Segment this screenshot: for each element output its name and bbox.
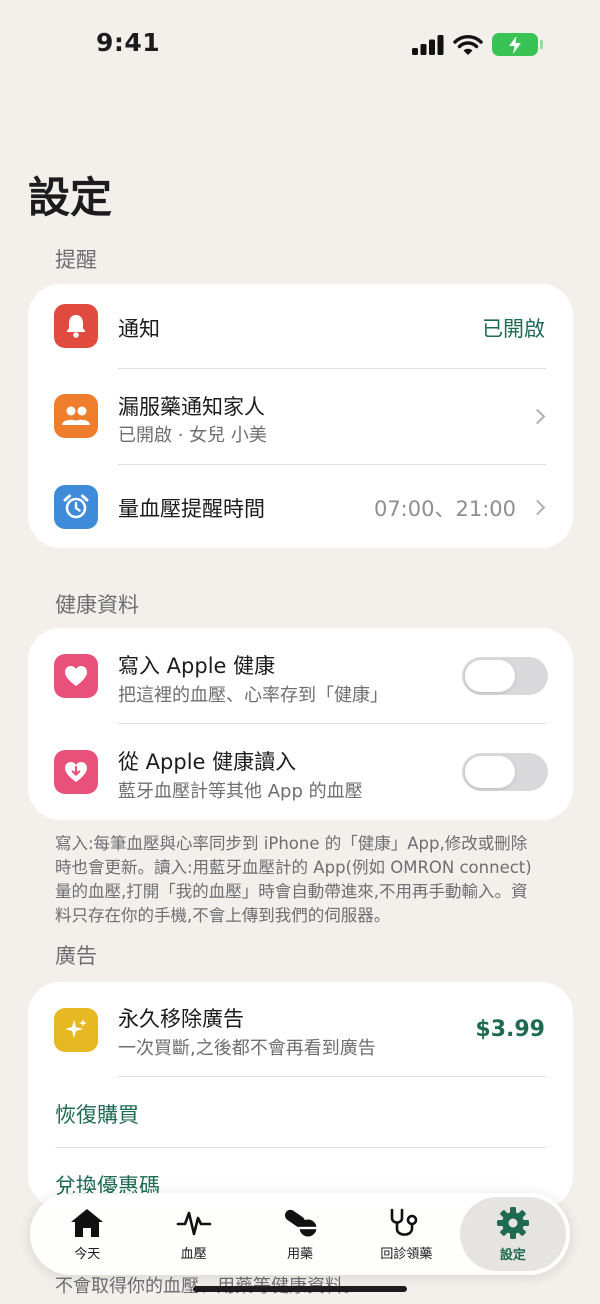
health-card: 寫入 Apple 健康 把這裡的血壓、心率存到「健康」 從 Apple 健康讀入… [28,628,573,820]
notification-label: 通知 [118,317,160,341]
toggle-knob [465,756,515,788]
read-health-row: 從 Apple 健康讀入 藍牙血壓計等其他 App 的血壓 [28,724,573,820]
alarm-clock-icon [54,485,98,529]
ads-card: 永久移除廣告 一次買斷,之後都不會再看到廣告 $3.99 恢復購買 兌換優惠碼 [28,982,573,1208]
section-header-health: 健康資料 [55,593,139,617]
tab-medication[interactable]: 用藥 [247,1197,353,1271]
read-health-subtitle: 藍牙血壓計等其他 App 的血壓 [118,781,363,802]
reminders-card: 通知 已開啟 漏服藥通知家人 已開啟 · 女兒 小美 量血壓提醒時間 07:00… [28,284,573,548]
page-title: 設定 [28,173,113,222]
tab-label: 今天 [74,1246,101,1262]
tab-label: 血壓 [180,1246,207,1262]
section-header-reminders: 提醒 [55,248,97,272]
tab-bar: 今天 血壓 用藥 回診領藥 設定 [30,1193,570,1275]
gear-icon [496,1206,529,1239]
remove-ads-row[interactable]: 永久移除廣告 一次買斷,之後都不會再看到廣告 $3.99 [28,982,573,1076]
family-notify-row[interactable]: 漏服藥通知家人 已開啟 · 女兒 小美 [28,369,573,464]
remove-ads-subtitle: 一次買斷,之後都不會再看到廣告 [118,1038,376,1059]
read-health-toggle[interactable] [462,753,548,791]
remove-ads-label: 永久移除廣告 [118,1007,244,1031]
chevron-right-icon [529,408,546,425]
family-icon [54,394,98,438]
write-health-subtitle: 把這裡的血壓、心率存到「健康」 [118,685,388,706]
tab-label: 設定 [499,1247,526,1263]
bell-icon [54,304,98,348]
write-health-row: 寫入 Apple 健康 把這裡的血壓、心率存到「健康」 [28,628,573,723]
heart-download-icon [54,750,98,794]
wifi-icon [453,34,483,55]
section-header-ads: 廣告 [55,944,97,968]
read-health-label: 從 Apple 健康讀入 [118,750,297,774]
house-icon [71,1208,104,1237]
divider [118,1076,546,1077]
stethoscope-icon [391,1208,418,1236]
signal-icon [412,34,444,55]
remove-ads-price: $3.99 [475,1017,545,1042]
status-time: 9:41 [96,28,161,57]
notification-status: 已開啟 [482,317,545,341]
tab-today[interactable]: 今天 [34,1197,140,1271]
health-footnote: 寫入:每筆血壓與心率同步到 iPhone 的「健康」App,修改或刪除時也會更新… [55,834,532,925]
tab-label: 回診領藥 [380,1246,433,1262]
tab-blood-pressure[interactable]: 血壓 [140,1197,246,1271]
home-indicator [193,1286,407,1292]
status-bar: 9:41 [0,0,600,90]
bp-reminder-time-row[interactable]: 量血壓提醒時間 07:00、21:00 [28,465,573,548]
battery-charging-icon [492,33,543,56]
status-icons [412,33,543,56]
family-notify-label: 漏服藥通知家人 [118,395,265,419]
tab-visits[interactable]: 回診領藥 [353,1197,459,1271]
divider [55,1147,546,1148]
bp-reminder-time-label: 量血壓提醒時間 [118,497,265,521]
bp-reminder-time-value: 07:00、21:00 [373,497,516,521]
toggle-knob [465,660,515,692]
write-health-toggle[interactable] [462,657,548,695]
chevron-right-icon [529,499,546,516]
ads-footer-note: 不會取得你的血壓、用藥等健康資料。 [55,1272,361,1298]
notification-row[interactable]: 通知 已開啟 [28,284,573,368]
tab-label: 用藥 [287,1246,314,1262]
restore-purchase-link[interactable]: 恢復購買 [55,1099,139,1129]
sparkles-icon [54,1008,98,1052]
tab-settings[interactable]: 設定 [459,1197,567,1271]
waveform-icon [176,1211,211,1235]
family-notify-subtitle: 已開啟 · 女兒 小美 [118,425,267,446]
heart-icon [54,654,98,698]
write-health-label: 寫入 Apple 健康 [118,654,276,678]
pills-icon [285,1209,318,1236]
